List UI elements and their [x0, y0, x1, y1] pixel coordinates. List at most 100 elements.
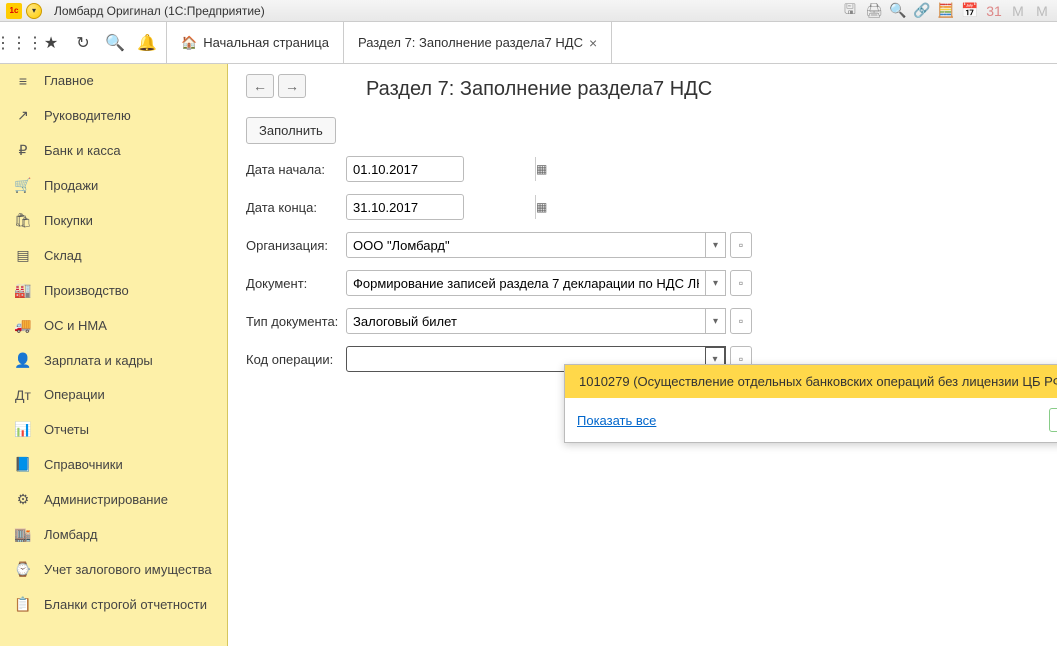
opcode-label: Код операции:: [246, 352, 346, 367]
history-icon[interactable]: ↻: [72, 32, 94, 54]
sidebar-item-5[interactable]: ▤ Склад: [0, 238, 227, 273]
dropdown-item-selected[interactable]: 1010279 (Осуществление отдельных банковс…: [565, 365, 1057, 398]
bell-icon[interactable]: 🔔: [136, 32, 158, 54]
sidebar-item-6[interactable]: 🏭 Производство: [0, 273, 227, 308]
sidebar-icon: ⚙: [14, 491, 32, 508]
sidebar-label: Справочники: [44, 457, 123, 473]
show-all-link[interactable]: Показать все: [577, 413, 656, 428]
tab-close-icon[interactable]: ×: [589, 35, 597, 51]
sidebar-label: ОС и НМА: [44, 318, 107, 334]
date-icon[interactable]: 31: [985, 2, 1003, 20]
sidebar-icon: 📊: [14, 421, 32, 438]
calendar-picker-icon[interactable]: ▦: [535, 195, 547, 219]
m1-icon[interactable]: M: [1009, 2, 1027, 20]
org-open-icon[interactable]: ▫: [730, 232, 752, 258]
titlebar: 1c ▾ Ломбард Оригинал (1С:Предприятие) 🖫…: [0, 0, 1057, 22]
sidebar-item-2[interactable]: ₽Банк и касса: [0, 133, 227, 168]
doc-open-icon[interactable]: ▫: [730, 270, 752, 296]
date-start-label: Дата начала:: [246, 162, 346, 177]
doctype-dropdown-icon[interactable]: ▾: [706, 308, 726, 334]
sidebar-icon: 🛍: [14, 212, 32, 229]
sidebar-label: Продажи: [44, 178, 98, 194]
sidebar-item-3[interactable]: 🛒 Продажи: [0, 168, 227, 203]
org-label: Организация:: [246, 238, 346, 253]
date-end-label: Дата конца:: [246, 200, 346, 215]
search-icon[interactable]: 🔍: [889, 2, 907, 20]
home-icon: 🏠: [181, 35, 197, 51]
sidebar-item-11[interactable]: 📘 Справочники: [0, 447, 227, 482]
sidebar-icon: 📘: [14, 456, 32, 473]
date-start-field[interactable]: [347, 162, 535, 177]
sidebar-label: Склад: [44, 248, 82, 264]
sidebar-label: Руководителю: [44, 108, 131, 124]
doctype-input[interactable]: [346, 308, 706, 334]
tab-current[interactable]: Раздел 7: Заполнение раздела7 НДС ×: [344, 22, 612, 63]
sidebar-icon: 👤: [14, 352, 32, 369]
apps-icon[interactable]: ⋮⋮⋮: [8, 32, 30, 54]
calc-icon[interactable]: 🧮: [937, 2, 955, 20]
date-end-field[interactable]: [347, 200, 535, 215]
sidebar-icon: ↗: [14, 107, 32, 124]
sidebar-icon: ⌚: [14, 561, 32, 578]
sidebar-item-12[interactable]: ⚙ Администрирование: [0, 482, 227, 517]
fill-button[interactable]: Заполнить: [246, 117, 336, 144]
sidebar-label: Покупки: [44, 213, 93, 229]
sidebar-label: Зарплата и кадры: [44, 353, 153, 369]
dropdown-circle-icon[interactable]: ▾: [26, 3, 42, 19]
org-input[interactable]: [346, 232, 706, 258]
doctype-open-icon[interactable]: ▫: [730, 308, 752, 334]
save-icon[interactable]: 🖫: [841, 2, 859, 20]
app-logo-icon: 1c: [6, 3, 22, 19]
toolbar: ⋮⋮⋮ ★ ↻ 🔍 🔔 🏠 Начальная страница Раздел …: [0, 22, 1057, 64]
sidebar-item-14[interactable]: ⌚ Учет залогового имущества: [0, 552, 227, 587]
doc-dropdown-icon[interactable]: ▾: [706, 270, 726, 296]
opcode-dropdown-popup: 1010279 (Осуществление отдельных банковс…: [564, 364, 1057, 443]
sidebar-icon: ₽: [14, 142, 32, 159]
sidebar-item-13[interactable]: 🏬 Ломбард: [0, 517, 227, 552]
main-content: ← → Раздел 7: Заполнение раздела7 НДС За…: [228, 64, 1057, 646]
print-icon[interactable]: 🖨: [865, 2, 883, 20]
sidebar-item-8[interactable]: 👤 Зарплата и кадры: [0, 343, 227, 378]
org-dropdown-icon[interactable]: ▾: [706, 232, 726, 258]
tab-home-label: Начальная страница: [203, 35, 329, 50]
link-icon[interactable]: 🔗: [913, 2, 931, 20]
sidebar-item-0[interactable]: ≡ Главное: [0, 64, 227, 98]
sidebar-label: Бланки строгой отчетности: [44, 597, 207, 613]
sidebar-item-10[interactable]: 📊Отчеты: [0, 412, 227, 447]
date-end-input[interactable]: ▦: [346, 194, 464, 220]
nav-back-button[interactable]: ←: [246, 74, 274, 98]
add-item-button[interactable]: +: [1049, 408, 1057, 432]
page-title: Раздел 7: Заполнение раздела7 НДС: [366, 78, 1039, 101]
sidebar-item-1[interactable]: ↗ Руководителю: [0, 98, 227, 133]
sidebar-icon: 🛒: [14, 177, 32, 194]
sidebar-item-4[interactable]: 🛍 Покупки: [0, 203, 227, 238]
sidebar-icon: 🚚: [14, 317, 32, 334]
sidebar-label: Администрирование: [44, 492, 168, 508]
nav-forward-button[interactable]: →: [278, 74, 306, 98]
sidebar-label: Учет залогового имущества: [44, 562, 212, 578]
sidebar-icon: ≡: [14, 73, 32, 89]
sidebar-item-9[interactable]: ДтОперации: [0, 378, 227, 412]
star-icon[interactable]: ★: [40, 32, 62, 54]
sidebar-icon: 📋: [14, 596, 32, 613]
m2-icon[interactable]: M: [1033, 2, 1051, 20]
sidebar-icon: ▤: [14, 247, 32, 264]
tab-home[interactable]: 🏠 Начальная страница: [167, 22, 344, 63]
date-start-input[interactable]: ▦: [346, 156, 464, 182]
doctype-label: Тип документа:: [246, 314, 346, 329]
sidebar-item-15[interactable]: 📋 Бланки строгой отчетности: [0, 587, 227, 622]
sidebar-icon: 🏬: [14, 526, 32, 543]
sidebar: ≡ Главное ↗ Руководителю ₽Банк и касса 🛒 Прода…: [0, 64, 228, 646]
doc-label: Документ:: [246, 276, 346, 291]
calendar-icon[interactable]: 📅: [961, 2, 979, 20]
sidebar-label: Ломбард: [44, 527, 97, 543]
sidebar-icon: 🏭: [14, 282, 32, 299]
sidebar-label: Главное: [44, 73, 94, 89]
doc-input[interactable]: [346, 270, 706, 296]
sidebar-item-7[interactable]: 🚚 ОС и НМА: [0, 308, 227, 343]
window-title: Ломбард Оригинал (1С:Предприятие): [54, 4, 265, 18]
sidebar-label: Производство: [44, 283, 129, 299]
calendar-picker-icon[interactable]: ▦: [535, 157, 547, 181]
search-toolbar-icon[interactable]: 🔍: [104, 32, 126, 54]
tab-current-label: Раздел 7: Заполнение раздела7 НДС: [358, 35, 583, 50]
